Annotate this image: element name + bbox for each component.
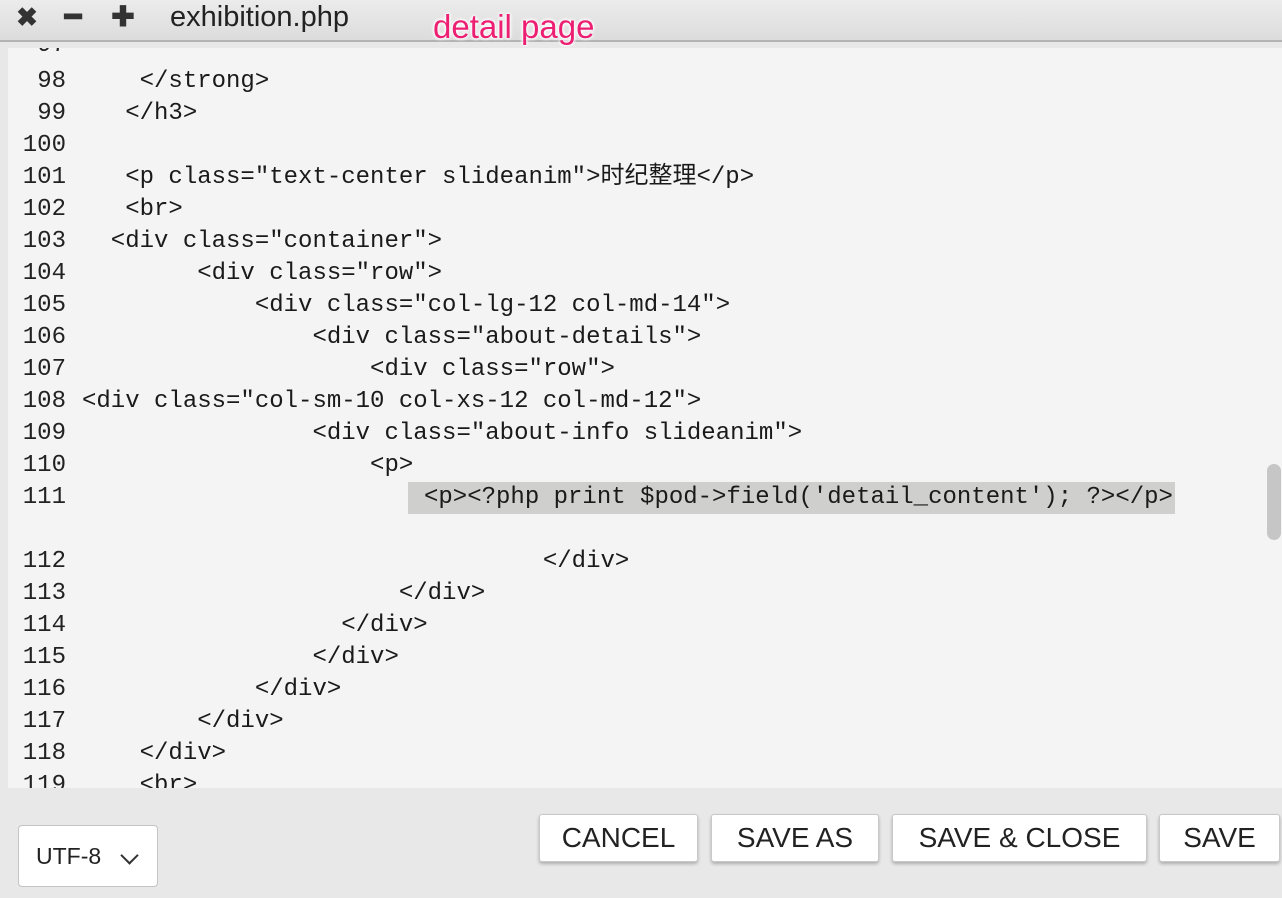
line-code: <div class="row"> xyxy=(82,260,443,287)
line-code: <div class="container"> xyxy=(82,228,443,255)
code-line[interactable]: 110 <p> xyxy=(8,450,1264,482)
line-number: 97 xyxy=(8,48,66,62)
line-number: 106 xyxy=(22,324,66,351)
scrollbar-thumb[interactable] xyxy=(1267,464,1281,540)
line-code: </div> xyxy=(82,644,399,671)
minimize-icon[interactable]: ━ xyxy=(60,3,86,31)
code-line[interactable]: 117 </div> xyxy=(8,706,1264,738)
footer-bar: UTF-8 CANCEL SAVE AS SAVE & CLOSE SAVE xyxy=(0,788,1282,898)
line-code: </div> xyxy=(82,548,630,575)
line-number: 101 xyxy=(22,164,66,191)
code-line[interactable]: 107 <div class="row"> xyxy=(8,354,1264,386)
highlighted-line-code: <p><?php print $pod->field('detail_conte… xyxy=(408,482,1175,514)
encoding-select[interactable]: UTF-8 xyxy=(18,825,158,887)
annotation-label: detail page xyxy=(433,8,595,45)
encoding-value: UTF-8 xyxy=(36,843,102,869)
chevron-down-icon xyxy=(120,846,139,865)
line-number: 110 xyxy=(22,452,66,479)
code-line[interactable]: 99 </h3> xyxy=(8,98,1264,130)
line-code: <p> xyxy=(82,452,414,479)
code-line[interactable]: 109 <div class="about-info slideanim"> xyxy=(8,418,1264,450)
line-number: 104 xyxy=(22,260,66,287)
line-number: 108 xyxy=(22,388,66,415)
line-number: 118 xyxy=(22,740,66,767)
line-code: </h3> xyxy=(82,100,198,127)
line-number: 117 xyxy=(22,708,66,735)
code-line[interactable]: 111 <p><?php print $pod->field('detail_co… xyxy=(8,482,1264,514)
code-line[interactable]: 106 <div class="about-details"> xyxy=(8,322,1264,354)
line-number: 113 xyxy=(22,580,66,607)
line-code: </div> xyxy=(82,740,227,767)
code-line[interactable]: 119 <br> xyxy=(8,770,1264,788)
line-code: <div class="about-details"> xyxy=(82,324,702,351)
line-code: </div> xyxy=(82,580,486,607)
line-code: </div> xyxy=(82,612,428,639)
save-button[interactable]: SAVE xyxy=(1159,814,1280,862)
code-line[interactable]: 97 xyxy=(8,48,1264,62)
line-number: 111 xyxy=(22,484,66,511)
code-line[interactable]: 98 </strong> xyxy=(8,66,1264,98)
line-number: 105 xyxy=(22,292,66,319)
line-code: <p class="text-center slideanim">时纪整理</p… xyxy=(82,164,755,191)
line-number: 112 xyxy=(22,548,66,575)
code-line[interactable]: 101 <p class="text-center slideanim">时纪整… xyxy=(8,162,1264,194)
scrollbar[interactable] xyxy=(1264,48,1282,788)
code-line[interactable]: 108 <div class="col-sm-10 col-xs-12 col-m… xyxy=(8,386,1264,418)
code-line[interactable]: 102 <br> xyxy=(8,194,1264,226)
code-line[interactable]: 118 </div> xyxy=(8,738,1264,770)
close-icon[interactable]: ✖ xyxy=(14,4,40,30)
line-number: 98 xyxy=(37,68,66,95)
save-as-button[interactable]: SAVE AS xyxy=(711,814,879,862)
code-line[interactable]: 103 <div class="container"> xyxy=(8,226,1264,258)
code-line[interactable]: 113 </div> xyxy=(8,578,1264,610)
maximize-icon[interactable]: ✚ xyxy=(110,3,136,31)
line-code: <div class="about-info slideanim"> xyxy=(82,420,803,447)
save-and-close-button[interactable]: SAVE & CLOSE xyxy=(892,814,1147,862)
line-code: <br> xyxy=(82,196,183,223)
line-number: 103 xyxy=(22,228,66,255)
code-line[interactable]: 112 </div> xyxy=(8,546,1264,578)
line-code: </div> xyxy=(82,708,284,735)
code-line[interactable]: 114 </div> xyxy=(8,610,1264,642)
code-line[interactable]: 116 </div> xyxy=(8,674,1264,706)
line-number: 116 xyxy=(22,676,66,703)
line-number: 100 xyxy=(22,132,66,159)
line-number: 107 xyxy=(22,356,66,383)
code-line[interactable]: 115 </div> xyxy=(8,642,1264,674)
line-number: 114 xyxy=(22,612,66,639)
line-number: 115 xyxy=(22,644,66,671)
line-code: </strong> xyxy=(82,68,270,95)
line-number: 102 xyxy=(22,196,66,223)
title-bar: ✖ ━ ✚ exhibition.php detail page xyxy=(0,0,1282,45)
file-title: exhibition.php xyxy=(170,1,349,33)
line-code: <div class="col-sm-10 col-xs-12 col-md-1… xyxy=(82,388,702,415)
cancel-button[interactable]: CANCEL xyxy=(539,814,698,862)
code-editor[interactable]: 9798 </strong>99 </h3>100101 <p class="t… xyxy=(8,48,1282,788)
line-code: <div class="row"> xyxy=(82,356,615,383)
line-code: </div> xyxy=(82,676,342,703)
code-line[interactable]: 104 <div class="row"> xyxy=(8,258,1264,290)
line-number: 119 xyxy=(22,772,66,788)
line-code: <br> xyxy=(82,772,198,788)
code-line[interactable]: 100 xyxy=(8,130,1264,162)
line-code: <div class="col-lg-12 col-md-14"> xyxy=(82,292,731,319)
line-number: 109 xyxy=(22,420,66,447)
line-number: 99 xyxy=(37,100,66,127)
code-line[interactable]: 105 <div class="col-lg-12 col-md-14"> xyxy=(8,290,1264,322)
